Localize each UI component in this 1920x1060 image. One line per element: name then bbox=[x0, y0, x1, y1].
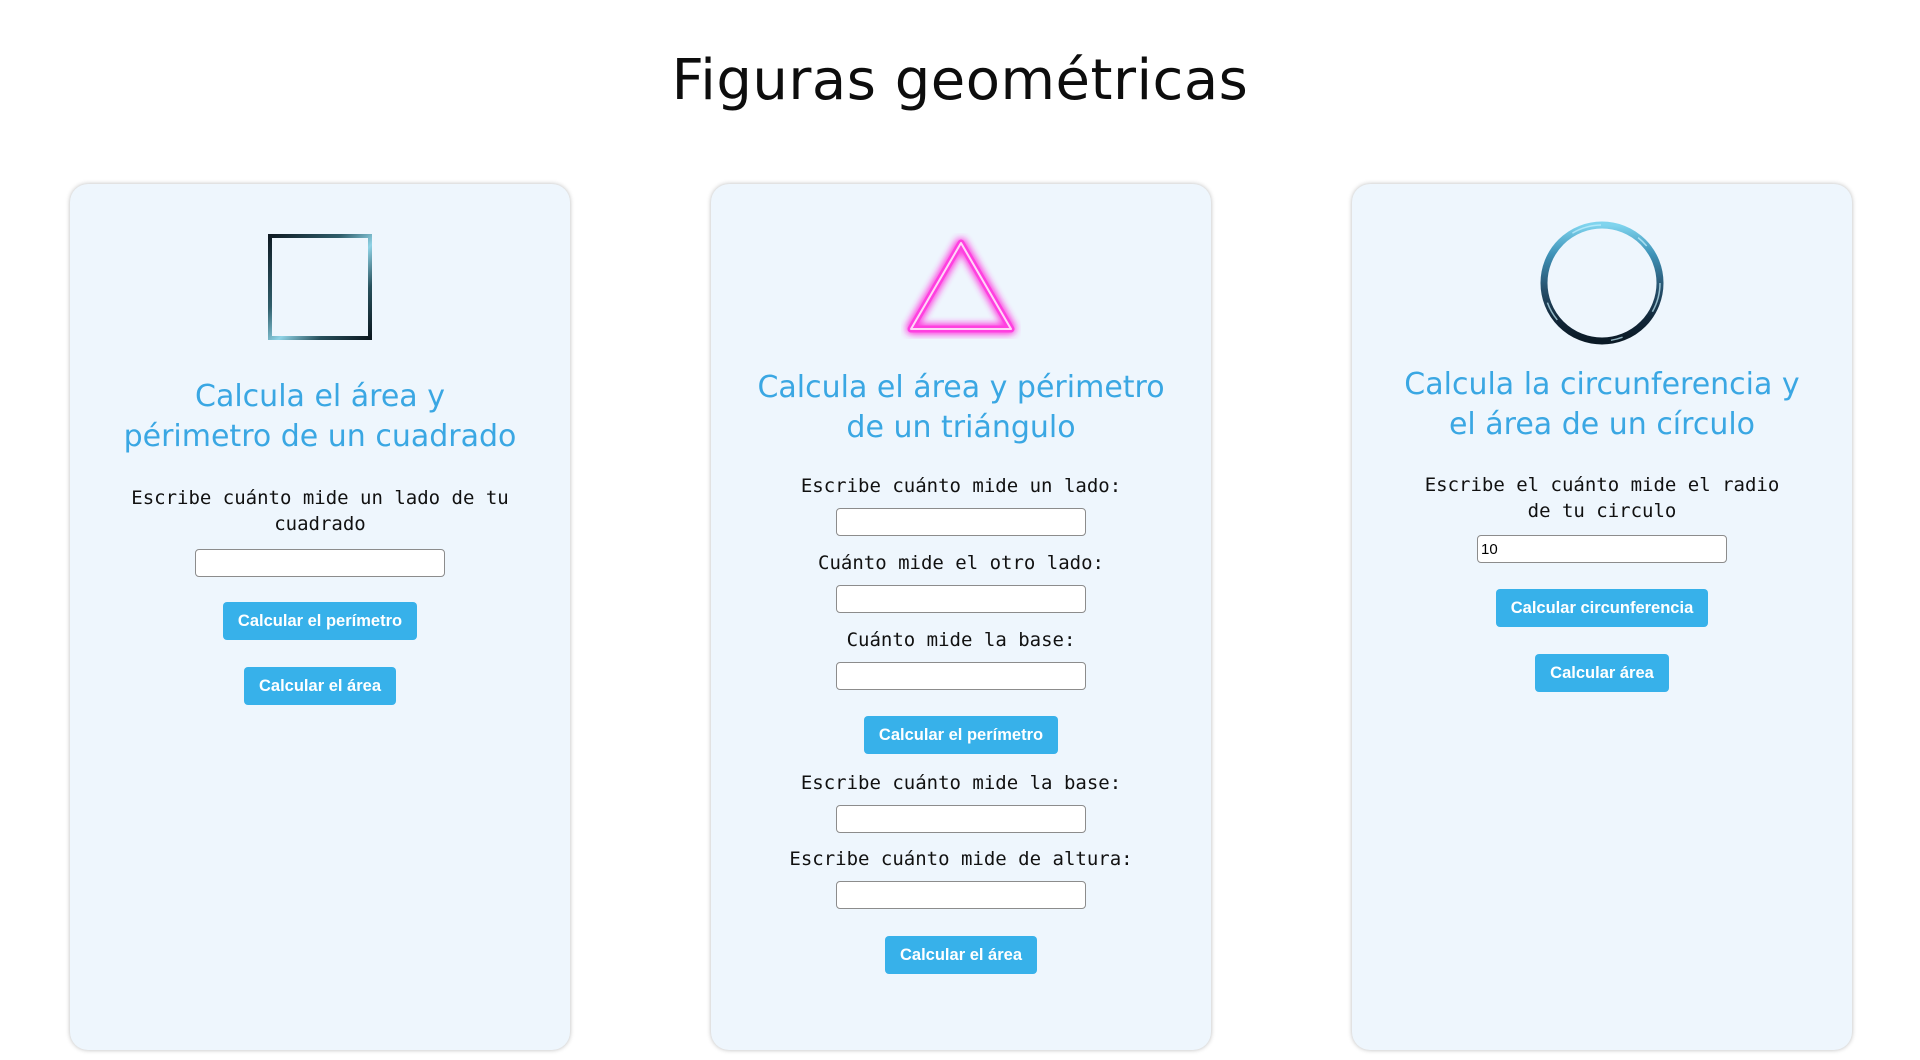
triangle-shape-wrap bbox=[901, 226, 1021, 346]
triangle-card: Calcula el área y périmetro de un triáng… bbox=[711, 184, 1211, 1050]
circle-circumference-button[interactable]: Calcular circunferencia bbox=[1495, 589, 1709, 627]
triangle-height-label: Escribe cuánto mide de altura: bbox=[789, 848, 1133, 870]
triangle-heading: Calcula el área y périmetro de un triáng… bbox=[757, 370, 1165, 445]
circle-area-button[interactable]: Calcular área bbox=[1535, 654, 1669, 692]
triangle-perimeter-button[interactable]: Calcular el perímetro bbox=[863, 716, 1059, 754]
square-outline-icon bbox=[268, 234, 372, 340]
triangle-base-label: Cuánto mide la base: bbox=[846, 629, 1076, 651]
circle-radius-input[interactable] bbox=[1477, 535, 1727, 563]
square-card: Calcula el área y périmetro de un cuadra… bbox=[70, 184, 570, 1050]
triangle-side1-input[interactable] bbox=[836, 508, 1086, 536]
square-side-input[interactable] bbox=[195, 549, 445, 577]
circle-radius-label: Escribe el cuánto mide el radio de tu ci… bbox=[1424, 474, 1780, 522]
square-side-label: Escribe cuánto mide un lado de tu cuadra… bbox=[131, 487, 509, 535]
square-heading: Calcula el área y périmetro de un cuadra… bbox=[123, 379, 517, 454]
neon-triangle-icon bbox=[907, 239, 1015, 333]
triangle-area-base-input[interactable] bbox=[836, 805, 1086, 833]
square-area-button[interactable]: Calcular el área bbox=[244, 667, 396, 705]
triangle-side1-label: Escribe cuánto mide un lado: bbox=[800, 475, 1122, 497]
page-title: Figuras geométricas bbox=[671, 48, 1249, 113]
circle-card: Calcula la circunferencia y el área de u… bbox=[1352, 184, 1852, 1050]
square-perimeter-button[interactable]: Calcular el perímetro bbox=[222, 602, 418, 640]
circle-ring-icon bbox=[1540, 221, 1664, 345]
square-shape-wrap bbox=[267, 227, 373, 347]
triangle-height-input[interactable] bbox=[836, 881, 1086, 909]
triangle-area-base-label: Escribe cuánto mide la base: bbox=[800, 772, 1122, 794]
circle-shape-wrap bbox=[1538, 221, 1666, 345]
circle-heading: Calcula la circunferencia y el área de u… bbox=[1404, 367, 1800, 442]
triangle-side2-input[interactable] bbox=[836, 585, 1086, 613]
triangle-area-button[interactable]: Calcular el área bbox=[885, 936, 1037, 974]
triangle-side2-label: Cuánto mide el otro lado: bbox=[818, 552, 1104, 574]
triangle-base-input[interactable] bbox=[836, 662, 1086, 690]
